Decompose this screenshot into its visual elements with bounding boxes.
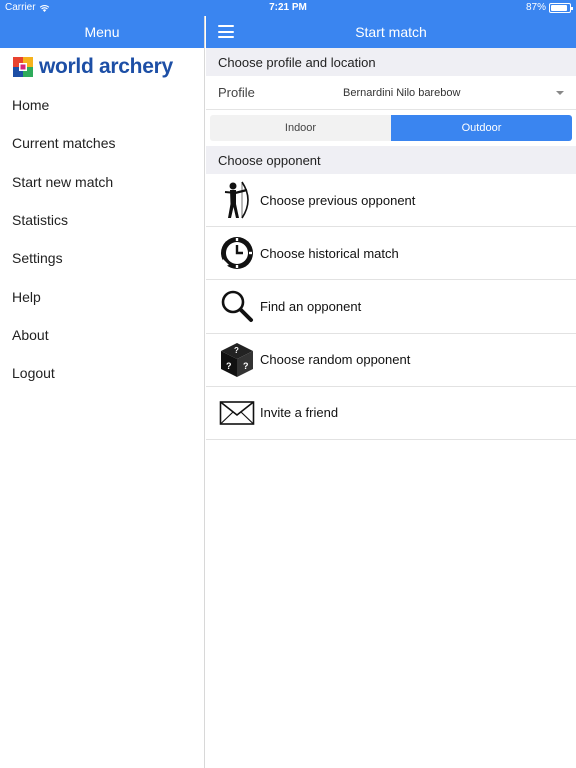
battery-fill	[551, 4, 567, 11]
sidebar-item-about[interactable]: About	[0, 316, 204, 354]
page-title: Start match	[355, 24, 427, 40]
option-label: Choose random opponent	[260, 352, 411, 368]
sidebar-title: Menu	[84, 24, 120, 40]
sidebar-item-statistics[interactable]: Statistics	[0, 201, 204, 239]
world-archery-logo-icon	[13, 57, 33, 77]
hamburger-menu-icon[interactable]	[218, 25, 234, 38]
svg-text:?: ?	[226, 361, 232, 371]
sidebar-item-start-new-match[interactable]: Start new match	[0, 163, 204, 201]
option-random-opponent[interactable]: ? ? ? Choose random opponent	[206, 334, 576, 387]
sidebar-header: Menu	[0, 16, 204, 48]
magnifier-icon	[219, 286, 255, 326]
option-historical-match[interactable]: Choose historical match	[206, 227, 576, 281]
logo-text: world archery	[39, 55, 173, 78]
sidebar-item-settings[interactable]: Settings	[0, 239, 204, 277]
option-label: Choose previous opponent	[260, 192, 416, 208]
envelope-icon	[219, 393, 255, 433]
sidebar-menu: Home Current matches Start new match Sta…	[0, 86, 204, 392]
location-segmented-control: Indoor Outdoor	[210, 115, 572, 141]
option-previous-opponent[interactable]: Choose previous opponent	[206, 174, 576, 228]
status-bar: Carrier 7:21 PM 87%	[0, 0, 576, 16]
sidebar-item-logout[interactable]: Logout	[0, 354, 204, 392]
profile-label: Profile	[218, 85, 255, 100]
sidebar-item-help[interactable]: Help	[0, 277, 204, 315]
sidebar: Menu world archery Home Current matches …	[0, 16, 205, 768]
sidebar-item-home[interactable]: Home	[0, 86, 204, 124]
segment-indoor[interactable]: Indoor	[210, 115, 391, 141]
option-invite-friend[interactable]: Invite a friend	[206, 387, 576, 440]
status-time: 7:21 PM	[269, 2, 307, 13]
svg-text:?: ?	[234, 346, 239, 355]
location-segment-wrap: Indoor Outdoor	[206, 110, 576, 146]
opponent-section-header: Choose opponent	[206, 146, 576, 174]
profile-selector[interactable]: Profile Bernardini Nilo barebow	[206, 76, 576, 110]
profile-value: Bernardini Nilo barebow	[343, 86, 461, 99]
battery-percent: 87%	[525, 2, 546, 13]
dice-icon: ? ? ?	[219, 340, 255, 380]
main-navbar: Start match	[206, 16, 576, 48]
option-label: Invite a friend	[260, 405, 339, 421]
opponent-options: Choose previous opponent Choose historic…	[206, 174, 576, 440]
dropdown-caret-icon	[556, 91, 564, 95]
world-archery-logo: world archery	[0, 48, 204, 86]
battery-info: 87%	[525, 2, 573, 13]
battery-icon	[549, 2, 573, 13]
sidebar-item-current-matches[interactable]: Current matches	[0, 124, 204, 162]
svg-text:?: ?	[243, 361, 249, 371]
option-find-opponent[interactable]: Find an opponent	[206, 280, 576, 334]
option-label: Choose historical match	[260, 245, 399, 261]
option-label: Find an opponent	[260, 298, 362, 314]
main-panel: Start match Choose profile and location …	[206, 16, 576, 768]
segment-outdoor[interactable]: Outdoor	[391, 115, 572, 141]
archer-icon	[219, 180, 255, 220]
history-icon	[219, 233, 255, 273]
profile-section-header: Choose profile and location	[206, 48, 576, 76]
